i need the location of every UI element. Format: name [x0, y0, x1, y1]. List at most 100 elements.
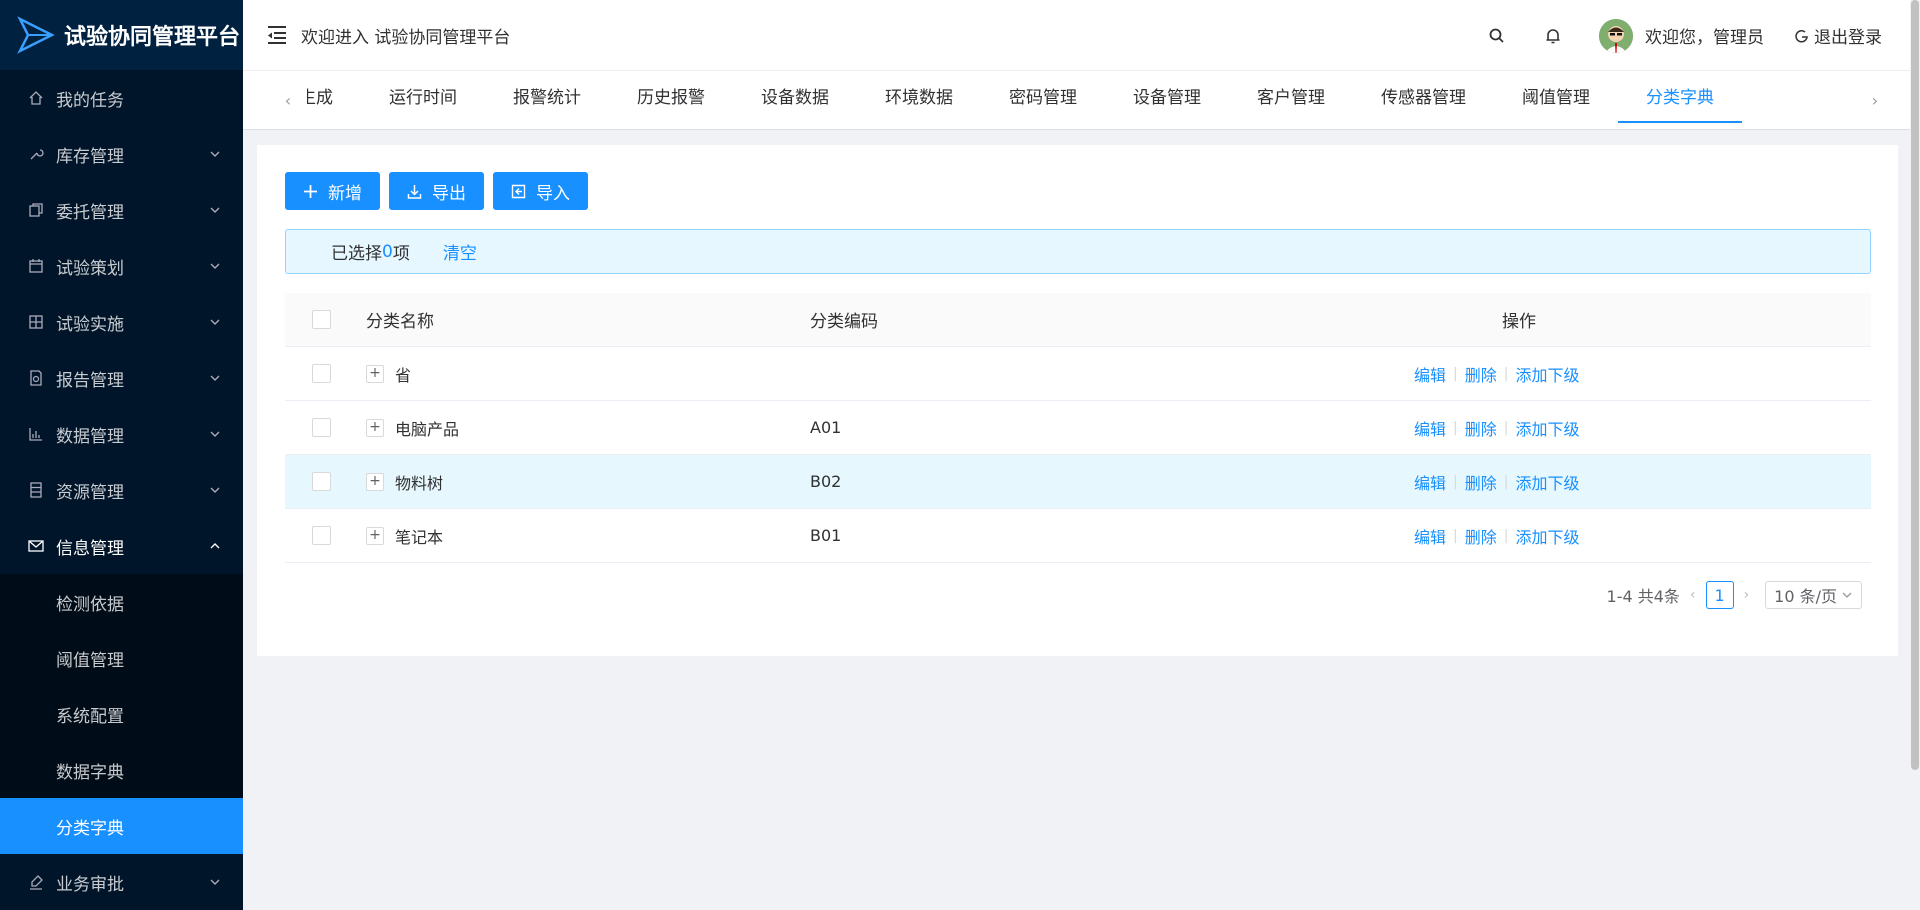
category-name: 物料树: [395, 473, 444, 493]
export-button-label: 导出: [432, 183, 466, 204]
expand-icon[interactable]: +: [366, 364, 384, 383]
add-button[interactable]: 新增: [285, 172, 380, 210]
sidebar-subitem-threshold[interactable]: 阈值管理: [0, 630, 243, 686]
delete-link[interactable]: 删除: [1465, 362, 1497, 386]
tab-devices[interactable]: 设备管理: [1105, 71, 1229, 130]
row-actions: 编辑 | 删除 | 添加下级: [1414, 416, 1579, 440]
sidebar-item-execution[interactable]: 试验实施: [0, 294, 243, 350]
bell-icon[interactable]: [1543, 26, 1563, 46]
tab-list: 生成 运行时间 报警统计 历史报警 设备数据 环境数据 密码管理 设备管理 客户…: [299, 71, 1742, 130]
tab-alarm-history[interactable]: 历史报警: [609, 71, 733, 130]
prev-page-icon[interactable]: ‹: [1690, 587, 1696, 603]
scrollbar-thumb[interactable]: [1911, 0, 1919, 770]
sidebar-item-approval[interactable]: 业务审批: [0, 854, 243, 910]
chevron-down-icon: [210, 151, 220, 157]
expand-icon[interactable]: +: [366, 472, 384, 491]
wrench-icon: [28, 146, 44, 162]
export-button[interactable]: 导出: [389, 172, 484, 210]
row-checkbox[interactable]: [312, 364, 331, 383]
name-cell: + 笔记本: [366, 524, 443, 548]
sidebar-item-planning[interactable]: 试验策划: [0, 238, 243, 294]
divider: |: [1453, 473, 1458, 490]
chevron-down-icon: [210, 207, 220, 213]
tab-password[interactable]: 密码管理: [981, 71, 1105, 130]
chevron-down-icon: [210, 375, 220, 381]
sidebar-subitem-basis[interactable]: 检测依据: [0, 574, 243, 630]
chevron-up-icon: [210, 543, 220, 549]
selection-alert: 已选择 0 项 清空: [285, 229, 1871, 274]
row-checkbox[interactable]: [312, 472, 331, 491]
sidebar-item-resources[interactable]: 资源管理: [0, 462, 243, 518]
tab-threshold[interactable]: 阈值管理: [1494, 71, 1618, 130]
expand-icon[interactable]: +: [366, 526, 384, 545]
logo-icon: [17, 16, 55, 54]
tab-alarm-stats[interactable]: 报警统计: [485, 71, 609, 130]
sidebar-item-inventory[interactable]: 库存管理: [0, 126, 243, 182]
edit-link[interactable]: 编辑: [1414, 470, 1446, 494]
edit-link[interactable]: 编辑: [1414, 362, 1446, 386]
sidebar-item-label: 资源管理: [56, 482, 124, 503]
menu-fold-icon[interactable]: [265, 23, 289, 47]
next-page-icon[interactable]: ›: [1744, 587, 1750, 603]
tab-env-data[interactable]: 环境数据: [857, 71, 981, 130]
tab-generate[interactable]: 生成: [299, 71, 361, 130]
sidebar-item-reports[interactable]: 报告管理: [0, 350, 243, 406]
category-name: 电脑产品: [395, 419, 460, 439]
page-size-select[interactable]: 10 条/页: [1765, 581, 1862, 609]
select-all-checkbox[interactable]: [312, 310, 331, 329]
category-name: 笔记本: [395, 527, 444, 547]
add-child-link[interactable]: 添加下级: [1515, 470, 1579, 494]
tab-customers[interactable]: 客户管理: [1229, 71, 1353, 130]
chevron-down-icon: [210, 879, 220, 885]
chevron-down-icon: [210, 263, 220, 269]
edit-link[interactable]: 编辑: [1414, 416, 1446, 440]
category-code: A01: [810, 418, 842, 437]
add-child-link[interactable]: 添加下级: [1515, 362, 1579, 386]
top-header: 欢迎进入 试验协同管理平台 欢迎您，管理员 退出登录: [243, 0, 1920, 71]
tab-sensors[interactable]: 传感器管理: [1353, 71, 1494, 130]
tab-runtime[interactable]: 运行时间: [361, 71, 485, 130]
add-child-link[interactable]: 添加下级: [1515, 416, 1579, 440]
category-code: B02: [810, 472, 842, 491]
sidebar-item-data[interactable]: 数据管理: [0, 406, 243, 462]
chevron-right-icon[interactable]: ›: [1860, 71, 1890, 130]
expand-icon[interactable]: +: [366, 418, 384, 437]
edit-link[interactable]: 编辑: [1414, 524, 1446, 548]
import-button[interactable]: 导入: [493, 172, 588, 210]
sidebar-subitem-config[interactable]: 系统配置: [0, 686, 243, 742]
tab-category-dict[interactable]: 分类字典: [1618, 71, 1742, 130]
tab-device-data[interactable]: 设备数据: [733, 71, 857, 130]
page-scrollbar[interactable]: [1910, 0, 1920, 770]
clear-selection-link[interactable]: 清空: [443, 239, 477, 264]
divider: |: [1503, 419, 1509, 436]
sidebar-item-info[interactable]: 信息管理: [0, 518, 243, 574]
add-child-link[interactable]: 添加下级: [1515, 524, 1579, 548]
name-cell: + 物料树: [366, 470, 443, 494]
sidebar-subitem-data-dict[interactable]: 数据字典: [0, 742, 243, 798]
import-icon: [511, 184, 526, 198]
row-checkbox[interactable]: [312, 526, 331, 545]
table-row: + 省 编辑 | 删除 | 添加下级: [285, 347, 1871, 401]
chevron-down-icon: [210, 487, 220, 493]
user-greeting[interactable]: 欢迎您，管理员: [1645, 23, 1764, 48]
page-number-button[interactable]: 1: [1705, 581, 1734, 609]
divider: |: [1453, 527, 1458, 544]
sidebar-item-label: 信息管理: [56, 538, 124, 559]
sidebar-item-label: 报告管理: [56, 370, 124, 391]
delete-link[interactable]: 删除: [1465, 524, 1497, 548]
sidebar-item-label: 试验策划: [56, 258, 124, 279]
welcome-text: 欢迎进入 试验协同管理平台: [301, 27, 511, 48]
app-title: 试验协同管理平台: [64, 25, 241, 50]
divider: |: [1453, 365, 1458, 382]
avatar[interactable]: [1599, 18, 1633, 53]
delete-link[interactable]: 删除: [1465, 416, 1497, 440]
row-actions: 编辑 | 删除 | 添加下级: [1414, 524, 1579, 548]
sidebar-item-commission[interactable]: 委托管理: [0, 182, 243, 238]
sidebar-subitem-category-dict[interactable]: 分类字典: [0, 798, 243, 854]
search-icon[interactable]: [1487, 26, 1507, 46]
pagination: 1-4 共4条 ‹ 1 › 10 条/页: [1607, 581, 1862, 609]
delete-link[interactable]: 删除: [1465, 470, 1497, 494]
sidebar-item-tasks[interactable]: 我的任务: [0, 70, 243, 126]
row-checkbox[interactable]: [312, 418, 331, 437]
logout-button[interactable]: 退出登录: [1794, 23, 1882, 48]
